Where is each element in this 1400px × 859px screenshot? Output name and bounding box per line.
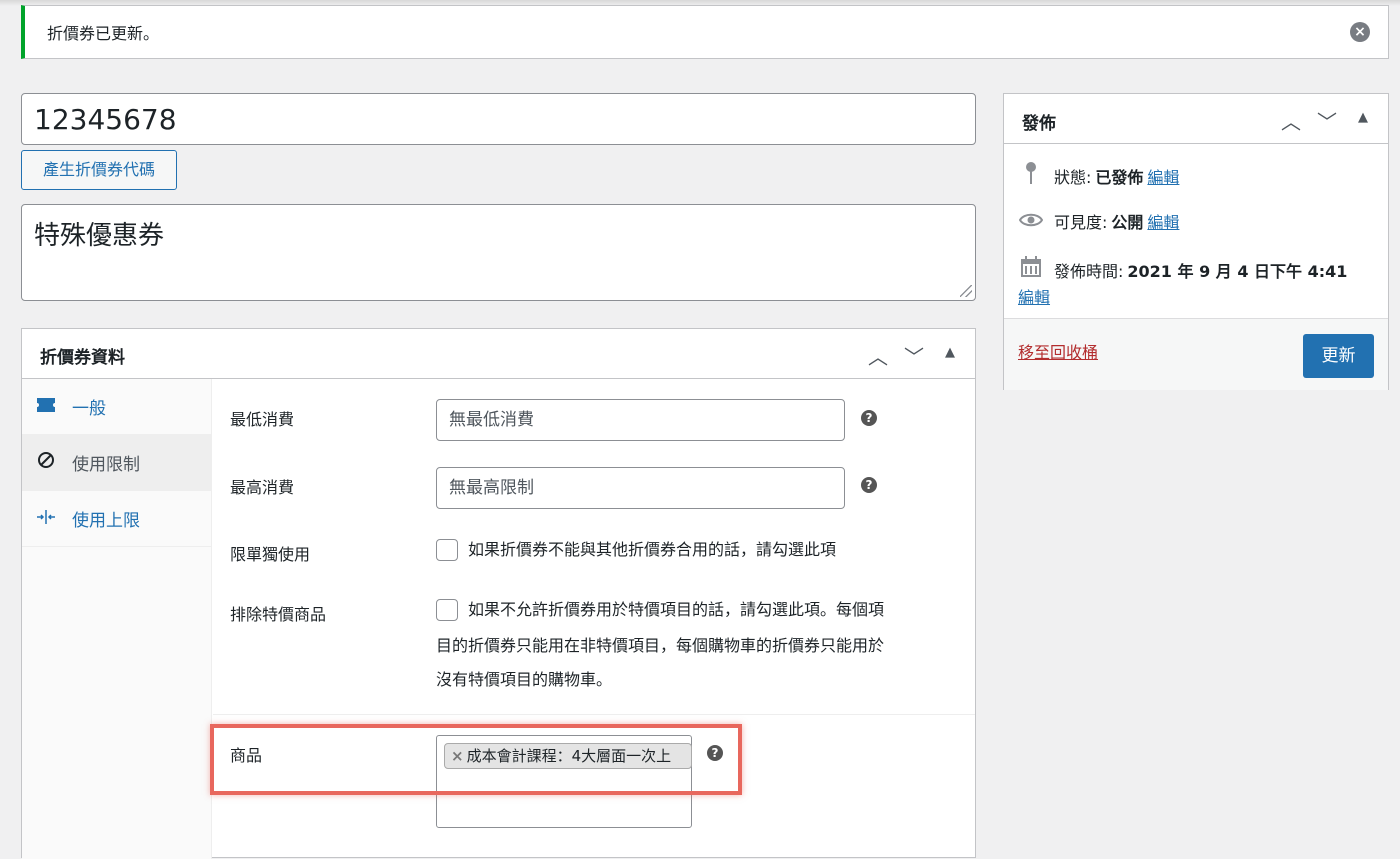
edit-status-link[interactable]: 編輯: [1147, 164, 1179, 188]
usage-restriction-panel: 最低消費 無最低消費 ? 最高消費 無最高限制 ? 限單獨使用 如果折價券不能與…: [213, 379, 975, 859]
tab-general[interactable]: 一般: [22, 379, 211, 435]
product-chip: × 成本會計課程：4大層面一次上: [444, 743, 692, 769]
tab-general-label: 一般: [72, 399, 106, 419]
exclude-sale-label: 排除特價商品: [230, 605, 327, 624]
edit-published-time-link[interactable]: 編輯: [1018, 284, 1050, 308]
published-label: 發佈時間:: [1054, 261, 1124, 281]
collapse-triangle-icon[interactable]: ▲: [939, 341, 961, 370]
tab-usage-limits-label: 使用上限: [72, 511, 140, 531]
limit-arrows-icon: [36, 508, 56, 529]
individual-use-label: 限單獨使用: [230, 545, 311, 564]
status-row: 狀態: 已發佈 編輯: [1018, 162, 1179, 189]
update-button[interactable]: 更新: [1303, 334, 1374, 378]
help-icon[interactable]: ?: [861, 410, 877, 426]
pin-icon: [1018, 162, 1044, 189]
generate-coupon-code-button[interactable]: 產生折價券代碼: [21, 150, 177, 190]
notice-text: 折價券已更新。: [47, 24, 160, 43]
publish-header: 發佈 ︿ ﹀ ▲: [1004, 94, 1388, 144]
exclude-sale-description-line1: 如果不允許折價券用於特價項目的話，請勾選此項。每個項: [468, 600, 885, 619]
publish-box: 發佈 ︿ ﹀ ▲ 狀態: 已發佈 編輯 可見度: 公開 編輯 發佈時間: 202…: [1003, 93, 1389, 390]
help-icon[interactable]: ?: [861, 477, 877, 493]
coupon-code-input[interactable]: 12345678: [21, 93, 976, 145]
tab-usage-restriction[interactable]: 使用限制: [22, 435, 211, 491]
chevron-down-icon[interactable]: ﹀: [903, 341, 925, 370]
coupon-description-textarea[interactable]: 特殊優惠券: [21, 204, 976, 301]
visibility-value: 公開: [1111, 213, 1144, 232]
eye-icon: [1018, 209, 1044, 233]
published-time-row: 發佈時間: 2021 年 9 月 4 日下午 4:41: [1018, 256, 1351, 283]
exclude-sale-description-line3: 沒有特價項目的購物車。: [436, 670, 613, 689]
max-spend-input[interactable]: 無最高限制: [436, 467, 845, 509]
chevron-up-icon[interactable]: ︿: [1280, 106, 1302, 135]
chevron-down-icon[interactable]: ﹀: [1316, 106, 1338, 135]
move-to-trash-link[interactable]: 移至回收桶: [1018, 339, 1098, 363]
chevron-up-icon[interactable]: ︿: [867, 341, 889, 370]
remove-chip-icon[interactable]: ×: [451, 747, 464, 765]
publish-box-controls: ︿ ﹀ ▲: [1280, 106, 1374, 135]
products-label: 商品: [230, 746, 263, 765]
collapse-triangle-icon[interactable]: ▲: [1352, 106, 1374, 135]
coupon-data-header: 折價券資料 ︿ ﹀ ▲: [22, 329, 975, 379]
min-spend-label: 最低消費: [230, 410, 295, 429]
section-divider: [213, 714, 975, 715]
individual-use-description: 如果折價券不能與其他折價券合用的話，請勾選此項: [468, 540, 837, 559]
resize-grip-icon[interactable]: [960, 285, 972, 297]
description-text: 特殊優惠券: [34, 221, 165, 251]
exclude-sale-description-line2: 目的折價券只能用在非特價項目，每個購物車的折價券只能用於: [436, 636, 885, 655]
published-value: 2021 年 9 月 4 日下午 4:41: [1127, 261, 1348, 281]
tab-usage-limits[interactable]: 使用上限: [22, 491, 211, 547]
status-value: 已發佈: [1095, 167, 1144, 187]
individual-use-checkbox[interactable]: [436, 539, 458, 561]
product-chip-label: 成本會計課程：4大層面一次上: [466, 747, 672, 765]
max-spend-label: 最高消費: [230, 478, 295, 497]
exclude-sale-checkbox[interactable]: [436, 599, 458, 621]
ticket-icon: [36, 396, 56, 417]
visibility-label: 可見度:: [1054, 213, 1108, 232]
no-entry-icon: [36, 451, 56, 474]
close-circle-icon[interactable]: ×: [1350, 22, 1370, 42]
products-select[interactable]: × 成本會計課程：4大層面一次上: [436, 735, 692, 828]
publish-actions: 移至回收桶 更新: [1004, 318, 1388, 390]
box-controls: ︿ ﹀ ▲: [867, 341, 961, 370]
coupon-data-box: 折價券資料 ︿ ﹀ ▲ 一般 使用限制 使用上限 最低消費 無最低消費 ? 最高…: [21, 328, 976, 859]
publish-title: 發佈: [1022, 114, 1056, 134]
coupon-data-title: 折價券資料: [40, 348, 125, 368]
status-label: 狀態:: [1054, 167, 1092, 187]
calendar-icon: [1018, 256, 1044, 283]
edit-visibility-link[interactable]: 編輯: [1147, 209, 1179, 233]
visibility-row: 可見度: 公開 編輯: [1018, 209, 1179, 233]
tab-usage-restriction-label: 使用限制: [72, 455, 140, 475]
help-icon[interactable]: ?: [707, 745, 723, 761]
min-spend-input[interactable]: 無最低消費: [436, 399, 845, 441]
coupon-data-tabs: 一般 使用限制 使用上限: [22, 379, 212, 859]
updated-notice: 折價券已更新。 ×: [21, 5, 1389, 59]
